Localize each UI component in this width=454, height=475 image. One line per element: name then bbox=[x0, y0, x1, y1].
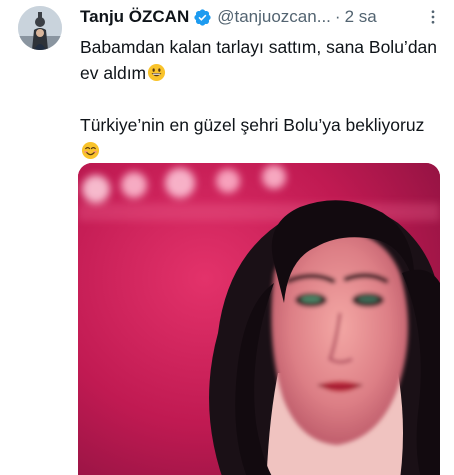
tweet-text: Babamdan kalan tarlayı sattım, sana Bolu… bbox=[80, 34, 442, 164]
tweet-media-image[interactable] bbox=[78, 163, 440, 475]
woman-portrait-photo bbox=[78, 163, 440, 475]
tweet-header: Tanju ÖZCAN @tanjuozcan... · 2 sa bbox=[80, 0, 442, 34]
verified-badge-icon bbox=[193, 8, 212, 27]
header-separator: · bbox=[334, 7, 341, 26]
tweet-paragraph-2: Türkiye’nin en güzel şehri Bolu’ya bekli… bbox=[80, 112, 442, 164]
display-name[interactable]: Tanju ÖZCAN bbox=[80, 7, 189, 27]
tweet-card[interactable]: Tanju ÖZCAN @tanjuozcan... · 2 sa Babamd… bbox=[0, 0, 454, 475]
grinning-face-emoji-icon bbox=[147, 63, 166, 82]
tweet-line-2: Türkiye’nin en güzel şehri Bolu’ya bekli… bbox=[80, 115, 425, 135]
tweet-paragraph-1: Babamdan kalan tarlayı sattım, sana Bolu… bbox=[80, 34, 442, 86]
profile-avatar[interactable] bbox=[18, 6, 62, 50]
tweet-line-1: Babamdan kalan tarlayı sattım, sana Bolu… bbox=[80, 37, 438, 83]
avatar-icon bbox=[18, 6, 62, 50]
tweet-content: Tanju ÖZCAN @tanjuozcan... · 2 sa Babamd… bbox=[80, 0, 442, 164]
tweet-timestamp[interactable]: 2 sa bbox=[345, 7, 377, 27]
user-handle[interactable]: @tanjuozcan... bbox=[217, 7, 331, 27]
smiling-face-emoji-icon bbox=[81, 141, 100, 160]
more-options-icon[interactable] bbox=[422, 6, 444, 28]
